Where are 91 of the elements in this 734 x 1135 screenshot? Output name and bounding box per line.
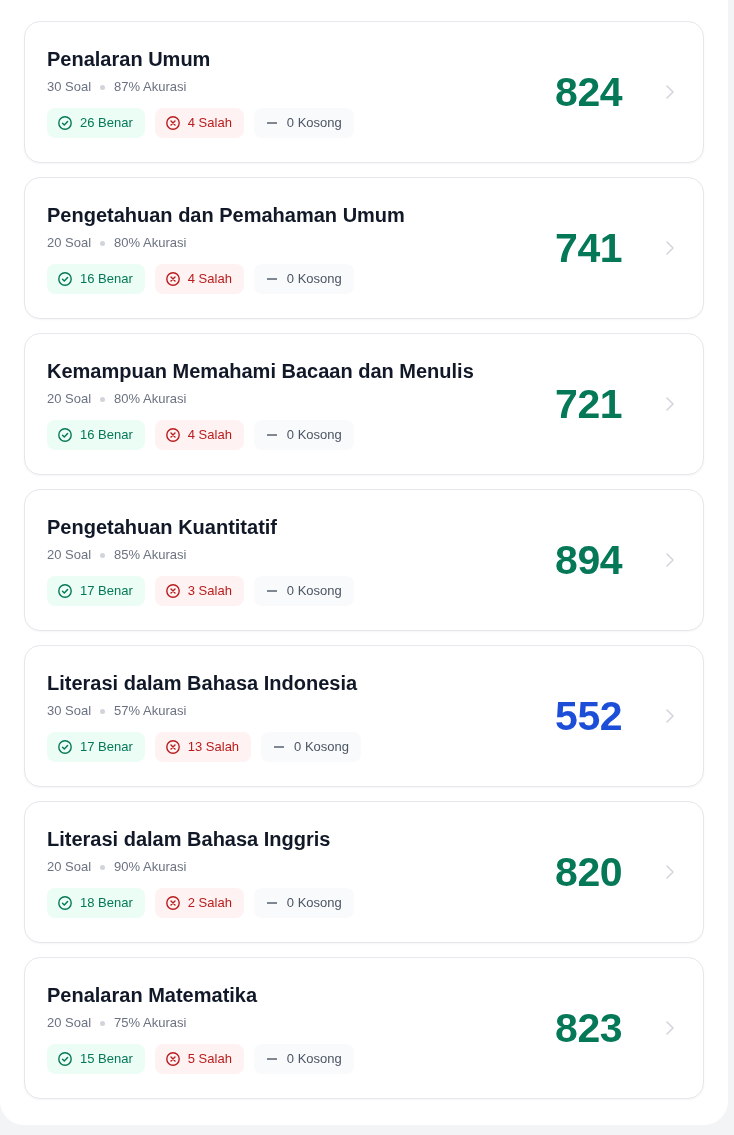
accuracy-text: 57% Akurasi [114, 702, 187, 720]
chip-label: 5 Salah [187, 1050, 232, 1069]
chip-label: 18 Benar [80, 894, 133, 913]
chevron-right-icon[interactable] [666, 85, 674, 99]
bullet-icon [100, 552, 106, 558]
check-circle-icon [58, 740, 72, 754]
subject-title: Literasi dalam Bahasa Indonesia [47, 671, 358, 696]
subject-title: Penalaran Umum [47, 47, 211, 72]
question-count: 30 Soal [47, 78, 92, 96]
chip-label: 17 Benar [80, 738, 133, 757]
chip-label: 17 Benar [80, 582, 133, 601]
chevron-right-icon[interactable] [666, 865, 674, 879]
chip-label: 0 Kosong [286, 894, 342, 913]
chip-label: 0 Kosong [286, 426, 342, 445]
chip-label: 0 Kosong [294, 738, 350, 757]
accuracy-text: 75% Akurasi [114, 1014, 187, 1032]
chip-label: 2 Salah [187, 894, 232, 913]
score-value: 824 [555, 68, 622, 116]
bullet-icon [100, 240, 106, 246]
subject-card[interactable]: Kemampuan Memahami Bacaan dan Menulis 20 Soal 80% Akurasi 16 Benar 4 Salah 0 Kosong 721 [24, 333, 704, 475]
check-circle-icon [58, 584, 72, 598]
score-value: 823 [555, 1004, 622, 1052]
chip-label: 4 Salah [187, 270, 232, 289]
chip-label: 16 Benar [80, 270, 133, 289]
chip-label: 3 Salah [187, 582, 232, 601]
chip-label: 0 Kosong [286, 114, 342, 133]
chip-label: 4 Salah [187, 426, 232, 445]
check-circle-icon [58, 1052, 72, 1066]
chevron-right-icon[interactable] [666, 241, 674, 255]
subject-title: Kemampuan Memahami Bacaan dan Menulis [47, 359, 474, 384]
question-count: 20 Soal [47, 858, 92, 876]
subject-card[interactable]: Penalaran Matematika 20 Soal 75% Akurasi 15 Benar 5 Salah 0 Kosong 823 [24, 957, 704, 1099]
bullet-icon [100, 1020, 106, 1026]
subject-card[interactable]: Literasi dalam Bahasa Inggris 20 Soal 90% Akurasi 18 Benar 2 Salah 0 Kosong 820 [24, 801, 704, 943]
score-value: 552 [555, 692, 622, 740]
chip-label: 13 Salah [187, 738, 240, 757]
score-value: 820 [555, 848, 622, 896]
chevron-right-icon[interactable] [666, 553, 674, 567]
bullet-icon [100, 84, 106, 90]
chip-label: 26 Benar [80, 114, 133, 133]
question-count: 20 Soal [47, 546, 92, 564]
subject-card[interactable]: Literasi dalam Bahasa Indonesia 30 Soal 57% Akurasi 17 Benar 13 Salah 0 Kosong 552 [24, 645, 704, 787]
dash-icon [264, 902, 279, 904]
x-circle-icon [165, 1052, 180, 1066]
score-value: 741 [555, 224, 622, 272]
score-value: 894 [555, 536, 622, 584]
subject-card[interactable]: Pengetahuan Kuantitatif 20 Soal 85% Akurasi 17 Benar 3 Salah 0 Kosong 894 [24, 489, 704, 631]
chevron-right-icon[interactable] [666, 397, 674, 411]
chip-label: 16 Benar [80, 426, 133, 445]
subject-card[interactable]: Pengetahuan dan Pemahaman Umum 20 Soal 80% Akurasi 16 Benar 4 Salah 0 Kosong 741 [24, 177, 704, 319]
question-count: 20 Soal [47, 390, 92, 408]
accuracy-text: 80% Akurasi [114, 234, 187, 252]
chip-label: 15 Benar [80, 1050, 133, 1069]
x-circle-icon [165, 116, 180, 130]
x-circle-icon [165, 584, 180, 598]
bullet-icon [100, 708, 106, 714]
subject-title: Pengetahuan dan Pemahaman Umum [47, 203, 405, 228]
accuracy-text: 90% Akurasi [114, 858, 187, 876]
accuracy-text: 85% Akurasi [114, 546, 187, 564]
question-count: 30 Soal [47, 702, 92, 720]
chip-label: 0 Kosong [286, 582, 342, 601]
chip-label: 4 Salah [187, 114, 232, 133]
subject-card[interactable]: Penalaran Umum 30 Soal 87% Akurasi 26 Benar 4 Salah 0 Kosong 824 [24, 21, 704, 163]
bullet-icon [100, 864, 106, 870]
check-circle-icon [58, 116, 72, 130]
chevron-right-icon[interactable] [666, 709, 674, 723]
check-circle-icon [58, 896, 72, 910]
dash-icon [272, 746, 287, 748]
accuracy-text: 80% Akurasi [114, 390, 187, 408]
subject-title: Pengetahuan Kuantitatif [47, 515, 277, 540]
chevron-right-icon[interactable] [666, 1021, 674, 1035]
subject-title: Literasi dalam Bahasa Inggris [47, 827, 331, 852]
dash-icon [264, 590, 279, 592]
subject-title: Penalaran Matematika [47, 983, 258, 1008]
check-circle-icon [58, 272, 72, 286]
dash-icon [264, 434, 279, 436]
x-circle-icon [165, 428, 180, 442]
dash-icon [264, 122, 279, 124]
check-circle-icon [58, 428, 72, 442]
x-circle-icon [165, 896, 180, 910]
question-count: 20 Soal [47, 234, 92, 252]
x-circle-icon [165, 272, 180, 286]
x-circle-icon [165, 740, 180, 754]
score-value: 721 [555, 380, 622, 428]
accuracy-text: 87% Akurasi [114, 78, 187, 96]
chip-label: 0 Kosong [286, 270, 342, 289]
question-count: 20 Soal [47, 1014, 92, 1032]
chip-label: 0 Kosong [286, 1050, 342, 1069]
dash-icon [264, 1058, 279, 1060]
dash-icon [264, 278, 279, 280]
bullet-icon [100, 396, 106, 402]
